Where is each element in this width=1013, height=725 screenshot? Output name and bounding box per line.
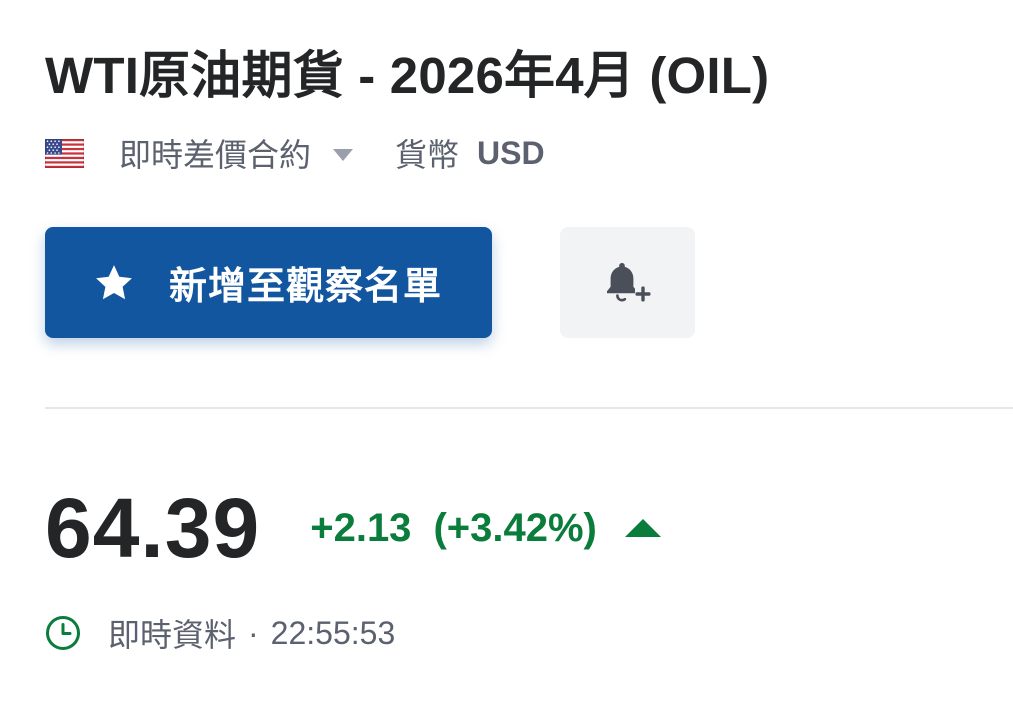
contract-type-label: 即時差價合約 <box>119 137 312 173</box>
price-change-percent: (+3.42%) <box>433 505 597 550</box>
add-to-watchlist-label: 新增至觀察名單 <box>169 266 443 308</box>
last-price: 64.39 <box>45 480 261 575</box>
page-title: WTI原油期貨 - 2026年4月 (OIL) <box>45 47 770 104</box>
add-to-watchlist-button[interactable]: 新增至觀察名單 <box>45 227 492 338</box>
star-icon <box>96 264 132 299</box>
status-separator: · <box>248 614 259 651</box>
create-alert-button[interactable] <box>560 227 695 338</box>
quote-row: 64.39 +2.13 (+3.42%) <box>45 478 661 578</box>
chevron-down-icon <box>333 148 354 161</box>
up-arrow-icon <box>624 519 661 537</box>
bell-plus-icon <box>606 262 651 303</box>
contract-type-dropdown[interactable]: 即時差價合約 <box>119 130 395 176</box>
price-change: +2.13 <box>310 505 412 550</box>
status-time: 22:55:53 <box>270 614 396 651</box>
status-label: 即時資料 <box>108 617 237 653</box>
instrument-meta: 即時差價合約 貨幣 USD <box>45 130 545 176</box>
clock-icon <box>46 616 80 650</box>
section-divider <box>45 407 1013 409</box>
us-flag-icon <box>45 138 84 168</box>
currency-label: 貨幣 <box>395 137 460 173</box>
currency-value: USD <box>477 134 545 171</box>
data-status: 即時資料 · 22:55:53 <box>45 611 395 655</box>
